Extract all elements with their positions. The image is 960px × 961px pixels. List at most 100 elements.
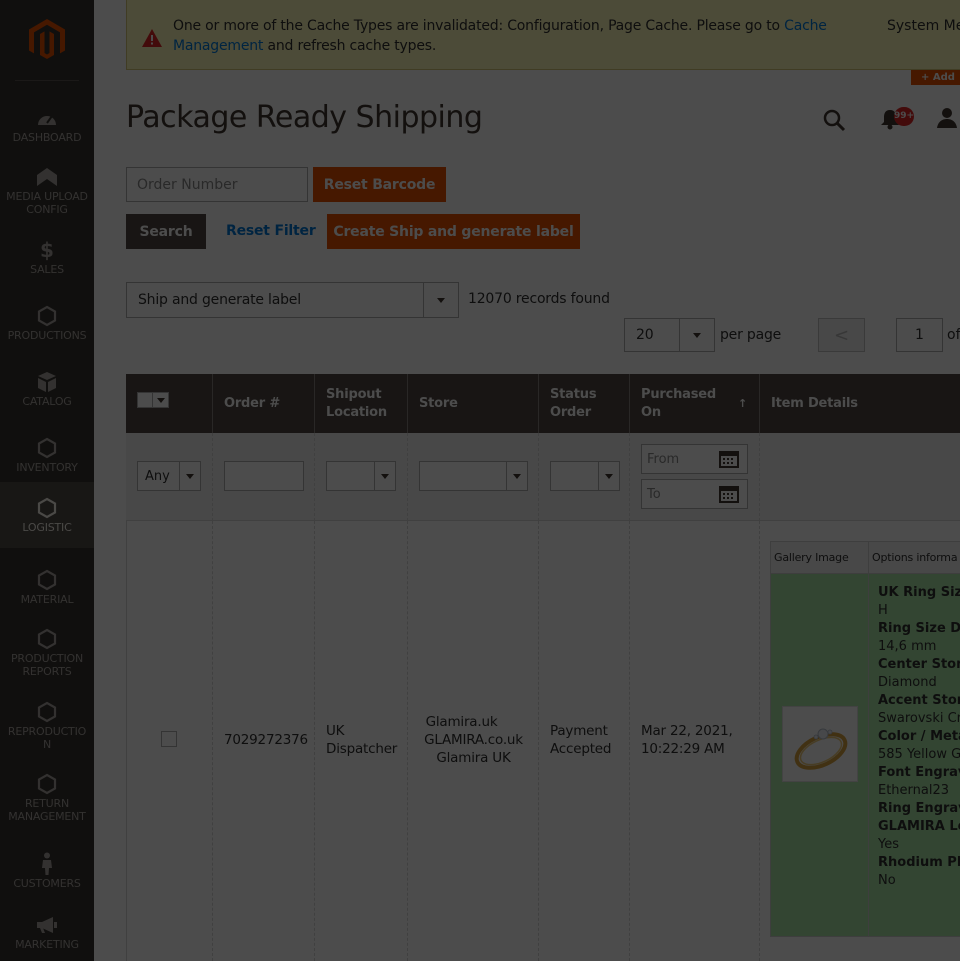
table-row-order-cell: 7029272376 (213, 521, 315, 961)
row-checkbox[interactable] (161, 731, 177, 747)
chevron-down-icon[interactable] (423, 283, 458, 317)
column-store[interactable]: Store (408, 374, 539, 433)
person-icon (40, 852, 54, 875)
chevron-down-icon[interactable] (506, 462, 527, 490)
sidebar-item-reproduction[interactable]: REPRODUCTION (0, 693, 94, 759)
column-shipout-location[interactable]: Shipout Location (315, 374, 408, 433)
table-row-select-cell (126, 521, 213, 961)
sidebar-item-catalog[interactable]: CATALOG (0, 356, 94, 422)
admin-sidebar: DASHBOARD MEDIA UPLOAD CONFIG $ SALES PRODUC… (0, 0, 94, 961)
user-icon[interactable] (936, 107, 958, 133)
add-tag[interactable]: + Add (911, 70, 960, 85)
mass-action-value: Ship and generate label (138, 292, 301, 308)
column-order-number[interactable]: Order # (213, 374, 315, 433)
per-page-label: per page (720, 327, 782, 343)
any-filter-select[interactable]: Any (137, 461, 201, 491)
column-status-order[interactable]: Status Order (539, 374, 630, 433)
order-status: Payment Accepted (550, 723, 612, 757)
option-label: Font Engrav (878, 765, 960, 780)
sidebar-item-inventory[interactable]: INVENTORY (0, 422, 94, 488)
option-label: Ring Size Dia (878, 621, 960, 636)
ring-image[interactable] (782, 706, 858, 782)
chevron-down-icon[interactable] (374, 462, 395, 490)
gallery-image-cell (771, 574, 869, 936)
column-purchased-on[interactable]: Purchased On ↑ (630, 374, 760, 433)
mass-action-select[interactable]: Ship and generate label (126, 282, 459, 318)
reset-barcode-button[interactable]: Reset Barcode (313, 167, 446, 202)
sidebar-item-production-reports[interactable]: PRODUCTION REPORTS (0, 620, 94, 686)
table-row-shipout-cell: UK Dispatcher (315, 521, 408, 961)
sidebar-item-label: REPRODUCTION (7, 725, 87, 751)
table-row-purchased-cell: Mar 22, 2021, 10:22:29 AM (630, 521, 760, 961)
main-content: One or more of the Cache Types are inval… (94, 0, 960, 961)
hexagon-icon (37, 628, 57, 650)
sidebar-item-label: SALES (30, 262, 64, 276)
shipout-filter-select[interactable] (326, 461, 396, 491)
table-row-details-cell: Gallery Image Options informa UK Ring Si… (760, 521, 960, 961)
create-ship-button[interactable]: Create Ship and generate label (327, 214, 580, 249)
option-value: H (878, 603, 888, 618)
option-value: 14,6 mm (878, 639, 937, 654)
date-from-input[interactable]: From (641, 444, 748, 474)
sidebar-item-sales[interactable]: $ SALES (0, 224, 94, 290)
per-page-value: 20 (636, 327, 654, 343)
chevron-left-icon: < (833, 324, 850, 346)
dollar-icon: $ (40, 237, 54, 262)
shipout-location: UK Dispatcher (326, 723, 398, 757)
date-from-placeholder: From (647, 451, 680, 467)
date-to-input[interactable]: To (641, 479, 748, 509)
chevron-down-icon[interactable] (179, 462, 200, 490)
mass-select-checkbox[interactable] (137, 392, 153, 408)
sidebar-item-return-management[interactable]: RETURN MANAGEMENT (0, 765, 94, 831)
system-messages-link[interactable]: System Me (887, 16, 960, 36)
notification-badge: 99+ (894, 107, 914, 126)
ring-icon (794, 728, 848, 770)
option-value: Ethernal23 (878, 783, 950, 798)
magento-logo[interactable] (0, 0, 94, 80)
sidebar-item-customers[interactable]: CUSTOMERS (0, 838, 94, 904)
per-page-select[interactable]: 20 (624, 318, 715, 352)
sidebar-item-media-upload-config[interactable]: MEDIA UPLOAD CONFIG (0, 158, 94, 224)
sidebar-item-label: PRODUCTIONS (7, 328, 87, 342)
reset-filter-link[interactable]: Reset Filter (226, 223, 316, 239)
option-label: Ring Engrav (878, 801, 960, 816)
order-number-input[interactable] (126, 167, 308, 202)
chevron-down-icon[interactable] (679, 319, 714, 351)
sidebar-item-label: DASHBOARD (12, 130, 82, 144)
previous-page-button[interactable]: < (818, 318, 865, 352)
sidebar-item-dashboard[interactable]: DASHBOARD (0, 92, 94, 158)
store-filter-select[interactable] (419, 461, 528, 491)
column-label: Purchased On (641, 386, 716, 420)
sidebar-item-marketing[interactable]: MARKETING (0, 904, 94, 961)
status-filter-select[interactable] (550, 461, 620, 491)
cache-notice: One or more of the Cache Types are inval… (126, 0, 960, 70)
search-icon[interactable] (822, 108, 846, 136)
hexagon-icon (37, 773, 57, 795)
store-line: Glamira UK (436, 750, 511, 766)
purchased-date: Mar 22, 2021, 10:22:29 AM (641, 723, 733, 757)
mass-select-control[interactable] (137, 392, 169, 408)
option-value: Diamond (878, 675, 937, 690)
filter-cell (213, 433, 315, 521)
page-number-value: 1 (915, 327, 924, 343)
calendar-icon[interactable] (719, 450, 739, 472)
page-number-input[interactable]: 1 (896, 318, 943, 352)
option-label: UK Ring Size (878, 585, 960, 600)
chevron-down-icon[interactable] (598, 462, 619, 490)
search-button[interactable]: Search (126, 214, 206, 249)
order-filter-input[interactable] (224, 461, 304, 491)
column-label: Status Order (550, 386, 597, 420)
sidebar-item-material[interactable]: MATERIAL (0, 554, 94, 620)
date-to-placeholder: To (647, 486, 661, 502)
gallery-image-header: Gallery Image (771, 542, 869, 574)
column-item-details[interactable]: Item Details (760, 374, 960, 433)
sidebar-item-productions[interactable]: PRODUCTIONS (0, 290, 94, 356)
sidebar-item-logistic[interactable]: LOGISTIC (0, 482, 94, 548)
dashboard-icon (36, 107, 58, 129)
chevron-down-icon[interactable] (153, 392, 169, 408)
column-label: Store (419, 395, 458, 411)
option-label: Rhodium Pl (878, 855, 960, 870)
calendar-icon[interactable] (719, 485, 739, 507)
store-line: Glamira.uk (425, 714, 498, 730)
option-value: Yes (878, 837, 899, 852)
